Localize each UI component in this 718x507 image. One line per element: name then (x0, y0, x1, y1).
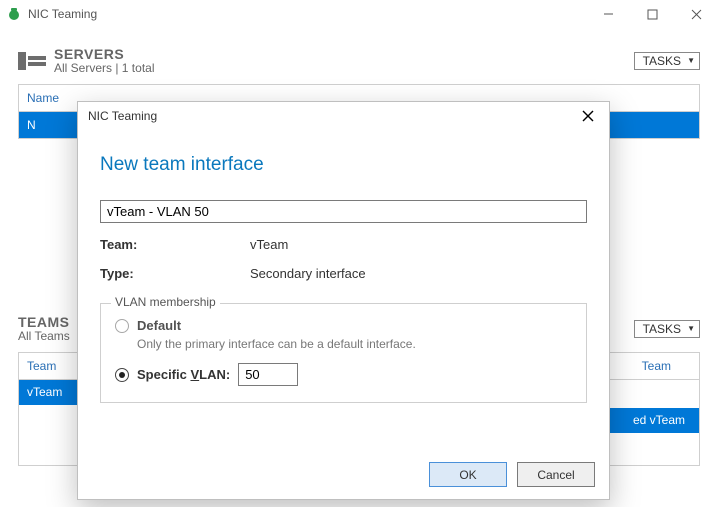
new-team-interface-dialog: NIC Teaming New team interface Team: vTe… (77, 101, 610, 500)
radio-specific-vlan[interactable]: Specific VLAN: (115, 363, 572, 386)
specific-vlan-label: Specific VLAN: (137, 367, 230, 382)
radio-default: Default (115, 318, 572, 333)
team-value: vTeam (250, 237, 288, 252)
ok-button[interactable]: OK (429, 462, 507, 487)
cancel-label: Cancel (537, 468, 574, 482)
cancel-button[interactable]: Cancel (517, 462, 595, 487)
vlan-membership-group: VLAN membership Default Only the primary… (100, 303, 587, 403)
type-label: Type: (100, 266, 250, 281)
ok-label: OK (459, 468, 476, 482)
vlan-id-input[interactable] (238, 363, 298, 386)
radio-icon (115, 368, 129, 382)
group-legend: VLAN membership (111, 295, 220, 309)
radio-icon (115, 319, 129, 333)
dialog-heading: New team interface (100, 154, 587, 176)
main-window: NIC Teaming SERVERS All Servers | 1 tota… (0, 0, 718, 507)
interface-name-input[interactable] (100, 200, 587, 223)
default-label: Default (137, 318, 181, 333)
dialog-title: NIC Teaming (88, 109, 157, 123)
default-hint: Only the primary interface can be a defa… (137, 337, 572, 351)
dialog-close-button[interactable] (567, 102, 609, 130)
close-icon (582, 110, 594, 122)
type-value: Secondary interface (250, 266, 366, 281)
team-label: Team: (100, 237, 250, 252)
